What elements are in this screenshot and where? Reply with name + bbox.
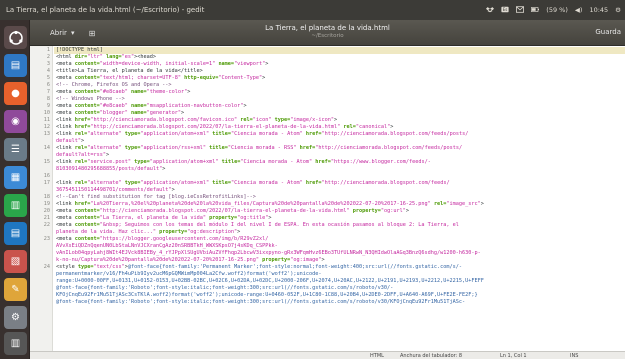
document-title: La Tierra, el planeta de la vida.html bbox=[265, 24, 390, 32]
line-number: 13 bbox=[43, 131, 50, 137]
line-number: 8 bbox=[46, 96, 50, 102]
window-title-text: La Tierra, el planeta de la vida.html (~… bbox=[6, 6, 205, 14]
line-number: 18 bbox=[43, 194, 50, 200]
battery-percent: (59 %) bbox=[546, 6, 568, 14]
code-line: <title>La Tierra, el planeta de la vida<… bbox=[56, 68, 203, 74]
code-line: <meta content="&nbsp; Seguimos con los t… bbox=[56, 222, 459, 228]
current-line-highlight bbox=[54, 47, 625, 54]
dash-home-icon[interactable] bbox=[4, 26, 27, 49]
code-line: [!DOCTYPE html] bbox=[56, 47, 103, 53]
code-line: permanentmarker/v16/Fh4uPib9Iyv2ucM6pGQM… bbox=[56, 271, 322, 277]
code-line: <meta content="text/html; charset=UTF-8"… bbox=[56, 75, 266, 81]
mail-icon[interactable] bbox=[516, 5, 525, 15]
line-number: 14 bbox=[43, 145, 50, 151]
software-icon[interactable]: ☰ bbox=[4, 138, 27, 161]
code-line: @font-face{font-family:'Roboto';font-sty… bbox=[56, 299, 466, 305]
line-number: 2 bbox=[46, 54, 50, 60]
line-number: 6 bbox=[46, 82, 50, 88]
line-number: 10 bbox=[43, 110, 50, 116]
settings-icon[interactable]: ⚙ bbox=[4, 306, 27, 329]
code-line: <link rel="service.post" type="applicati… bbox=[56, 159, 431, 165]
line-number: 16 bbox=[43, 173, 50, 179]
code-line: k-no-nu/Captura%20de%20pantalla%20de%202… bbox=[56, 257, 325, 263]
code-line: <meta content="https://blogger.googleuse… bbox=[56, 236, 269, 242]
code-line: planeta de la vida. Haz clic..." propert… bbox=[56, 229, 241, 235]
code-line: <meta content="La Tierra, el planeta de … bbox=[56, 215, 272, 221]
code-line: 8103091480295688855/posts/default"> bbox=[56, 166, 166, 172]
code-line: <meta content="#e8caeb" name="theme-colo… bbox=[56, 89, 191, 95]
code-line: range:U+0000-00FF,U+0131,U+0152-0153,U+0… bbox=[56, 278, 484, 284]
line-number: 24 bbox=[43, 264, 50, 270]
code-line: <style type="text/css">@font-face{font-f… bbox=[56, 264, 463, 270]
code-line: <link href="http://cienciamorada.blogspo… bbox=[56, 117, 338, 123]
volume-icon[interactable]: ◀) bbox=[575, 6, 583, 14]
code-line: <html dir="ltr" lang="es"><head> bbox=[56, 54, 156, 60]
line-number: 15 bbox=[43, 159, 50, 165]
trash-icon[interactable]: ▥ bbox=[4, 332, 27, 355]
code-line: 3675451150114498701/comments/default"> bbox=[56, 187, 175, 193]
system-top-bar: La Tierra, el planeta de la vida.html (~… bbox=[0, 0, 625, 20]
line-number: 20 bbox=[43, 208, 50, 214]
document-path: ~/Escritorio bbox=[311, 33, 344, 39]
firefox-icon[interactable]: ● bbox=[4, 82, 27, 105]
line-number: 22 bbox=[43, 222, 50, 228]
code-line: <meta content="#e8caeb" name="msapplicat… bbox=[56, 103, 247, 109]
impress-icon[interactable]: ▧ bbox=[4, 250, 27, 273]
code-line: <!-- Chrome, Firefox OS and Opera --> bbox=[56, 82, 172, 88]
files-icon[interactable]: ▤ bbox=[4, 54, 27, 77]
line-number: 19 bbox=[43, 201, 50, 207]
code-line: AVvXsEiQDZnQqenUN0LbStaLNnVJCXranCgAz20n… bbox=[56, 243, 278, 249]
code-line: <!-- Windows Phone --> bbox=[56, 96, 125, 102]
keyboard-icon[interactable]: Es bbox=[501, 6, 509, 15]
text-editor[interactable]: 1 2 3 4 5 6 7 8 9 10 11 12 13 14 15 16 17 18 19 20 21 22 23 24 … bbox=[30, 46, 625, 351]
line-number: 5 bbox=[46, 75, 50, 81]
code-line: <!--Can't find substitution for tag [blo… bbox=[56, 194, 256, 200]
code-line: KFOjCnqEu92Fr1Mu51TjASc3CsTKlA.woff2)for… bbox=[56, 292, 478, 298]
insert-mode: INS bbox=[570, 353, 579, 359]
code-line: <link href="http://cienciamorada.blogspo… bbox=[56, 124, 394, 130]
language-selector[interactable]: HTML bbox=[370, 353, 384, 359]
code-line: vAnILob04qpyLahj8WIt4EJVck8BIEBy_4_rYJPp… bbox=[56, 250, 481, 256]
launcher: ▤ ● ◉ ☰ ▦ ▥ ▤ ▧ ✎ ⚙ ▥ bbox=[0, 20, 30, 359]
writer-icon[interactable]: ▦ bbox=[4, 166, 27, 189]
header-bar: Abrir ▾ ⊞ La Tierra, el planeta de la vi… bbox=[30, 20, 625, 46]
line-number: 17 bbox=[43, 180, 50, 186]
line-number: 1 bbox=[46, 47, 50, 53]
tab-width-selector[interactable]: Anchura del tabulador: 8 bbox=[400, 353, 462, 359]
line-number: 11 bbox=[43, 117, 50, 123]
code-line: <link rel="alternate" type="application/… bbox=[56, 145, 463, 151]
code-line: @font-face{font-family:'Roboto';font-sty… bbox=[56, 285, 394, 291]
system-tray: Es (59 %) ◀) 10:45 ⚙ bbox=[486, 0, 621, 20]
writer-doc-icon[interactable]: ▤ bbox=[4, 222, 27, 245]
line-number: 12 bbox=[43, 124, 50, 130]
line-number: 21 bbox=[43, 215, 50, 221]
code-line: <link rel="alternate" type="application/… bbox=[56, 131, 469, 137]
line-number-gutter: 1 2 3 4 5 6 7 8 9 10 11 12 13 14 15 16 17 18 19 20 21 22 23 24 bbox=[30, 46, 53, 351]
code-line: default"> bbox=[56, 138, 85, 144]
clock[interactable]: 10:45 bbox=[589, 6, 608, 14]
status-bar: HTML Anchura del tabulador: 8 Ln 1, Col … bbox=[30, 351, 625, 359]
save-button[interactable]: Guarda bbox=[595, 28, 621, 36]
code-line: <meta content="width=device-width, initi… bbox=[56, 61, 269, 67]
code-line: <link rel="alternate" type="application/… bbox=[56, 180, 450, 186]
code-line: default?alt=rss"> bbox=[56, 152, 110, 158]
power-icon[interactable]: ⚙ bbox=[615, 6, 621, 14]
code-line: <link href="La%20Tierra,%20el%20planeta%… bbox=[56, 201, 484, 207]
line-number: 3 bbox=[46, 61, 50, 67]
line-number: 4 bbox=[46, 68, 50, 74]
line-number: 9 bbox=[46, 103, 50, 109]
code-line: <meta content="http://cienciamorada.blog… bbox=[56, 208, 409, 214]
line-number: 7 bbox=[46, 89, 50, 95]
gedit-icon[interactable]: ✎ bbox=[4, 278, 27, 301]
svg-text:Es: Es bbox=[503, 7, 508, 12]
battery-icon[interactable] bbox=[531, 6, 540, 15]
cursor-position: Ln 1, Col 1 bbox=[500, 353, 527, 359]
calc-icon[interactable]: ▥ bbox=[4, 194, 27, 217]
code-line: <meta content="blogger" name="generator"… bbox=[56, 110, 185, 116]
dropbox-icon[interactable] bbox=[486, 6, 495, 15]
line-number: 23 bbox=[43, 236, 50, 242]
chromium-icon[interactable]: ◉ bbox=[4, 110, 27, 133]
